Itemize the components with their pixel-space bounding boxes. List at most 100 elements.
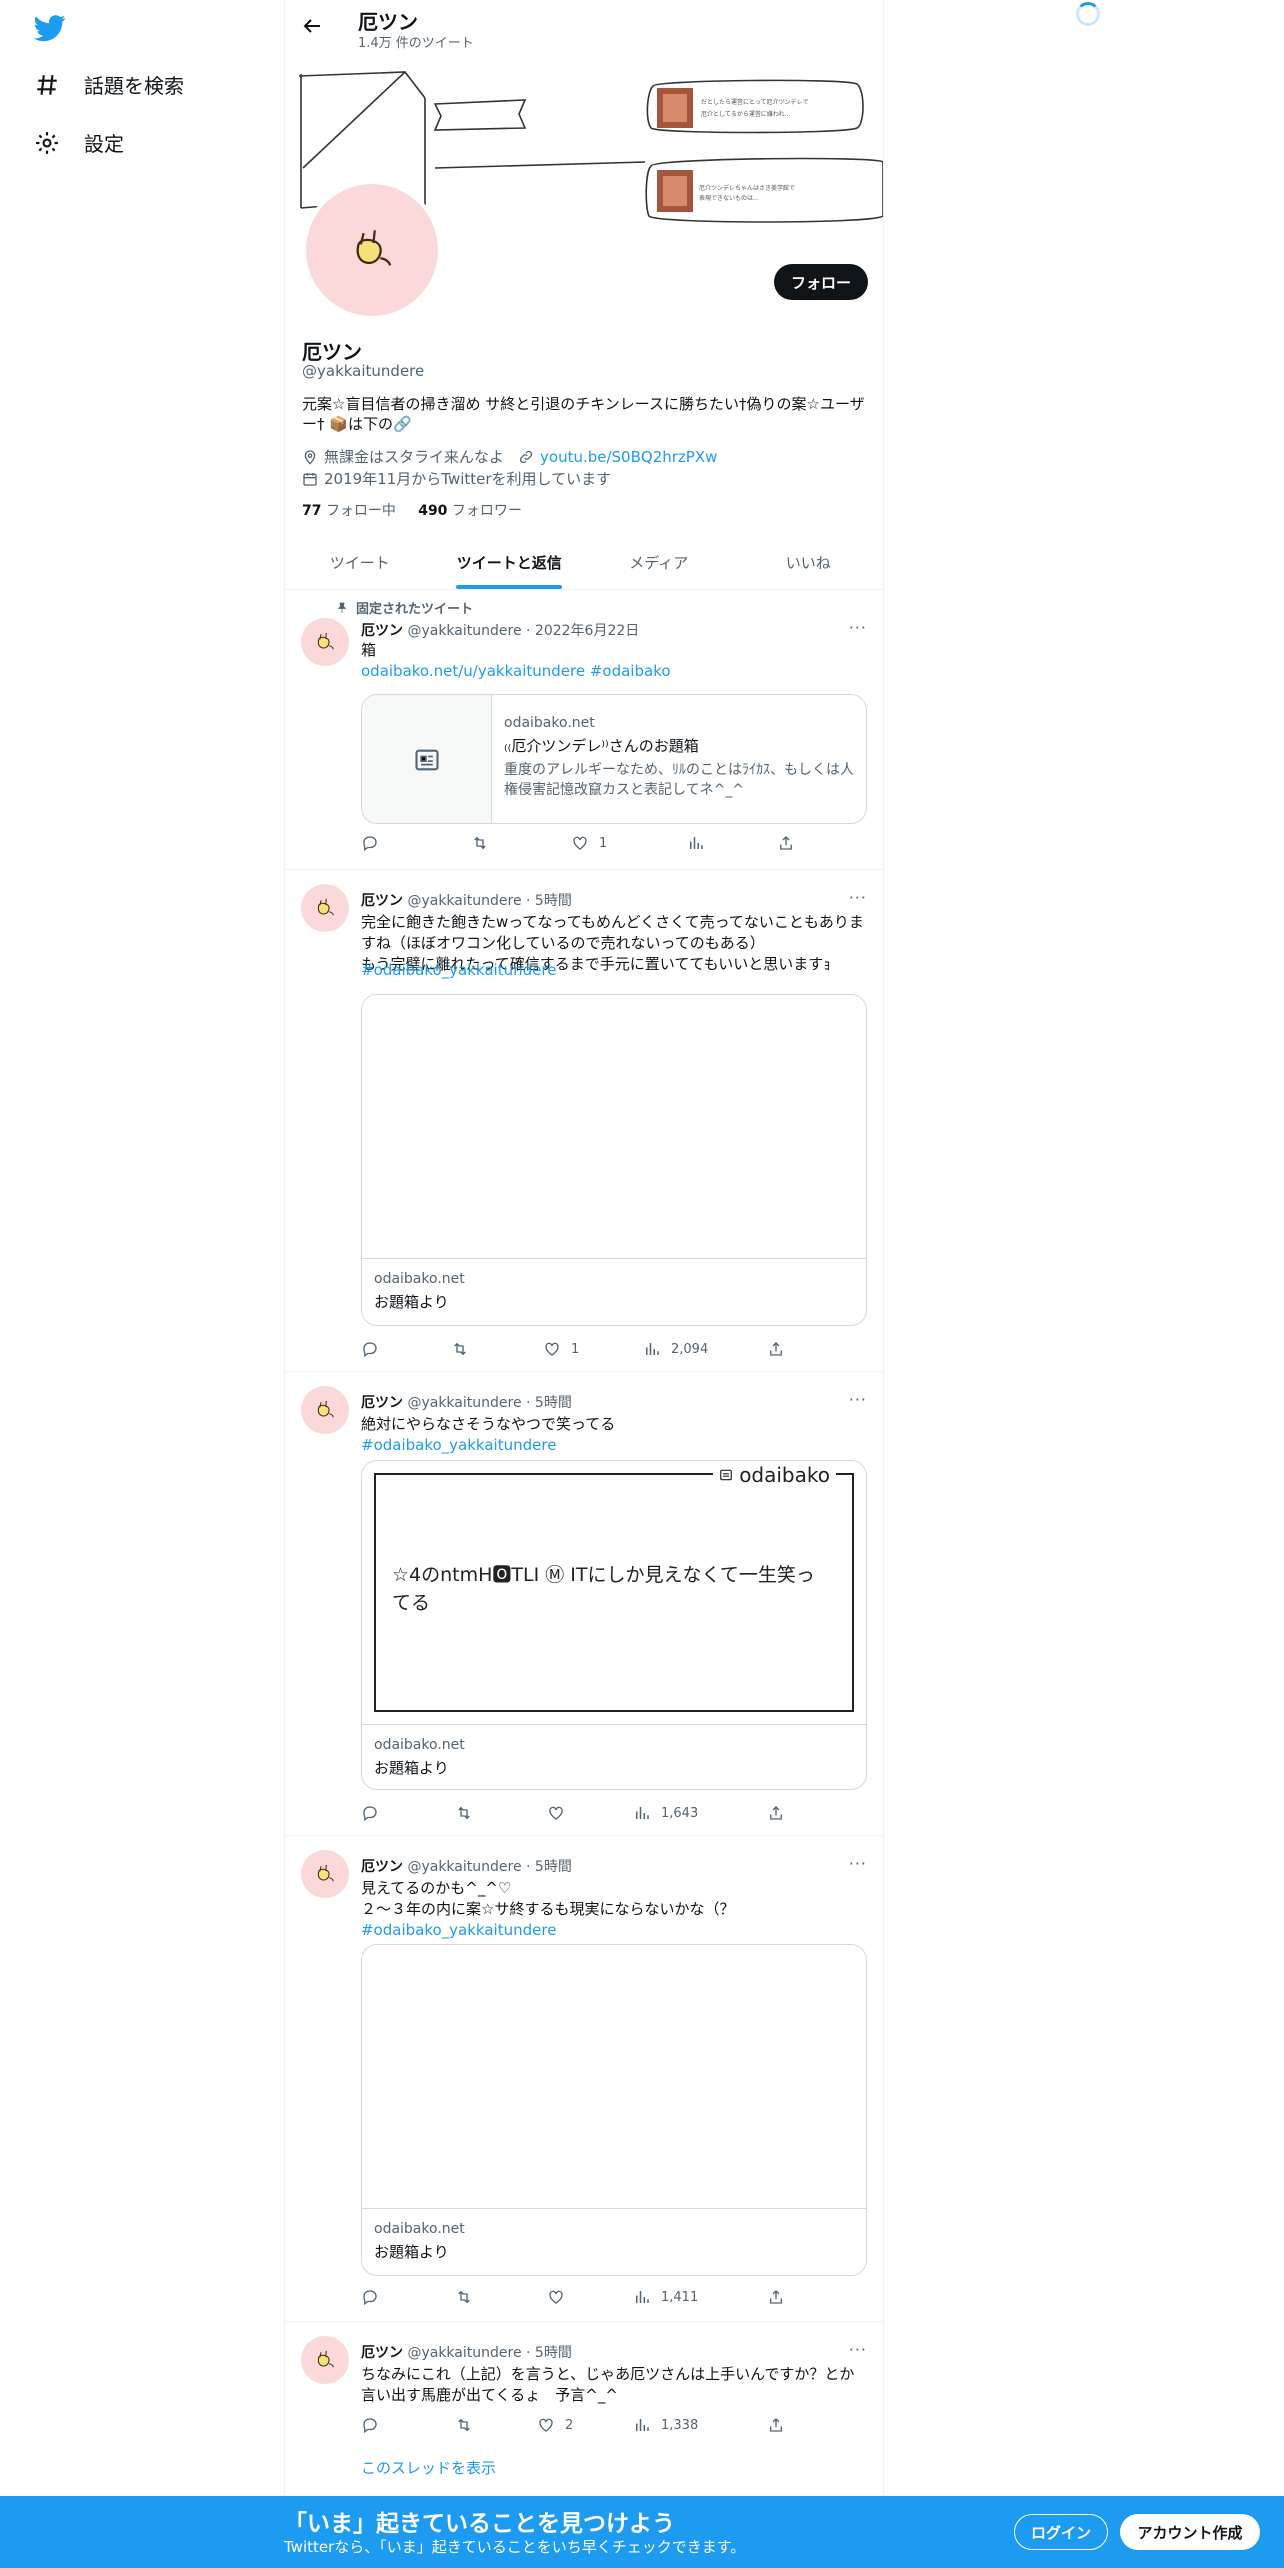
share-icon bbox=[767, 2416, 785, 2434]
link-card[interactable]: odaibako.net ₍₍厄介ツンデレ⁾⁾さんのお題箱 重度のアレルギーなた… bbox=[361, 694, 867, 824]
share-button[interactable] bbox=[767, 2288, 785, 2306]
reply-button[interactable] bbox=[361, 2288, 455, 2306]
retweet-button[interactable] bbox=[471, 834, 571, 852]
link-icon bbox=[519, 450, 533, 463]
tweet-avatar[interactable] bbox=[301, 1850, 349, 1898]
like-button[interactable]: 1 bbox=[543, 1340, 643, 1358]
tab-media[interactable]: メディア bbox=[584, 536, 734, 589]
following-link[interactable]: 77 フォロー中 bbox=[302, 503, 396, 519]
like-button[interactable]: 2 bbox=[537, 2416, 633, 2434]
tweet-links[interactable]: odaibako.net/u/yakkaitundere #odaibako bbox=[361, 661, 867, 682]
profile-website-link[interactable]: youtu.be/S0BQ2hrzPXw bbox=[540, 448, 717, 466]
profile-avatar[interactable] bbox=[302, 180, 442, 320]
share-button[interactable] bbox=[767, 1804, 785, 1822]
retweet-button[interactable] bbox=[455, 2288, 547, 2306]
tweet-1[interactable]: 厄ツン @yakkaitundere · 2022年6月22日 ··· 箱 od… bbox=[285, 590, 883, 870]
tweet-2[interactable]: 厄ツン @yakkaitundere · 5時間 ··· 完全に飽きた飽きたwっ… bbox=[285, 870, 883, 1372]
nav-settings[interactable]: 設定 bbox=[34, 128, 124, 157]
card-image bbox=[362, 1945, 866, 2209]
reply-button[interactable] bbox=[361, 834, 471, 852]
tweet-text: ちなみにこれ（上記）を言うと、じゃあ厄ツさんは上手いんですか？とか言い出す馬鹿が… bbox=[361, 2365, 855, 2404]
tweet-avatar[interactable] bbox=[301, 2336, 349, 2384]
views-icon bbox=[643, 1340, 661, 1358]
profile-joined-row: 2019年11月からTwitterを利用しています bbox=[302, 468, 611, 489]
retweet-button[interactable] bbox=[455, 1804, 547, 1822]
more-icon[interactable]: ··· bbox=[849, 888, 867, 907]
svg-text:だとしたら運営にとって厄介ツンデレで: だとしたら運営にとって厄介ツンデレで bbox=[701, 98, 809, 106]
more-icon[interactable]: ··· bbox=[849, 1390, 867, 1409]
calendar-icon bbox=[303, 472, 317, 486]
tab-likes[interactable]: いいね bbox=[734, 536, 884, 589]
link-card[interactable]: odaibako ☆4のntmH🅾TLI Ⓜ ITにしか見えなくて一生笑ってる … bbox=[361, 1460, 867, 1790]
svg-text:厄介ツンデレちゃんはさき美学館で: 厄介ツンデレちゃんはさき美学館で bbox=[699, 184, 795, 192]
heart-icon bbox=[547, 1804, 565, 1822]
tweet-links[interactable]: #odaibako_yakkaitundere bbox=[361, 1435, 867, 1456]
views-button[interactable] bbox=[687, 834, 777, 852]
views-button[interactable]: 1,338 bbox=[633, 2416, 767, 2434]
retweet-button[interactable] bbox=[451, 1340, 543, 1358]
share-icon bbox=[777, 834, 795, 852]
tweet-links[interactable]: #odaibako_yakkaitundere bbox=[361, 1920, 867, 1941]
reply-button[interactable] bbox=[361, 2416, 455, 2434]
tweet-5[interactable]: 厄ツン @yakkaitundere · 5時間 ··· ちなみにこれ（上記）を… bbox=[285, 2322, 883, 2496]
mascot-icon bbox=[312, 895, 338, 921]
signup-banner-title: 「いま」起きていることを見つけよう bbox=[284, 2511, 675, 2537]
twitter-logo-icon[interactable] bbox=[34, 12, 66, 44]
views-icon bbox=[633, 2288, 651, 2306]
mascot-icon bbox=[312, 2347, 338, 2373]
like-button[interactable]: 1 bbox=[571, 834, 687, 852]
signup-button[interactable]: アカウント作成 bbox=[1120, 2514, 1260, 2550]
heart-icon bbox=[537, 2416, 555, 2434]
login-button[interactable]: ログイン bbox=[1014, 2514, 1108, 2550]
tweet-header: 厄ツン @yakkaitundere · 5時間 bbox=[361, 893, 572, 909]
views-button[interactable]: 1,411 bbox=[633, 2288, 767, 2306]
tab-tweets-and-replies[interactable]: ツイートと返信 bbox=[435, 536, 585, 589]
loading-spinner bbox=[1076, 2, 1100, 26]
link-card[interactable]: odaibako.net お題箱より bbox=[361, 1944, 867, 2276]
views-button[interactable]: 2,094 bbox=[643, 1340, 767, 1358]
card-title: ₍₍厄介ツンデレ⁾⁾さんのお題箱 bbox=[504, 737, 699, 755]
more-icon[interactable]: ··· bbox=[849, 2340, 867, 2359]
card-image: odaibako ☆4のntmH🅾TLI Ⓜ ITにしか見えなくて一生笑ってる bbox=[362, 1461, 866, 1725]
reply-button[interactable] bbox=[361, 1804, 455, 1822]
share-button[interactable] bbox=[767, 2416, 785, 2434]
link-card[interactable]: odaibako.net お題箱より bbox=[361, 994, 867, 1326]
header-tweet-count: 1.4万 件のツイート bbox=[358, 36, 474, 51]
nav-explore[interactable]: 話題を検索 bbox=[34, 70, 184, 99]
tweet-avatar[interactable] bbox=[301, 1386, 349, 1434]
share-button[interactable] bbox=[767, 1340, 785, 1358]
tweet-4[interactable]: 厄ツン @yakkaitundere · 5時間 ··· 見えてるのかも^_^♡… bbox=[285, 1836, 883, 2322]
card-title: お題箱より bbox=[374, 2243, 449, 2261]
tweet-avatar[interactable] bbox=[301, 884, 349, 932]
reply-button[interactable] bbox=[361, 1340, 451, 1358]
card-image-text: ☆4のntmH🅾TLI Ⓜ ITにしか見えなくて一生笑ってる bbox=[392, 1564, 815, 1614]
tab-tweets[interactable]: ツイート bbox=[285, 536, 435, 589]
profile-joined: 2019年11月からTwitterを利用しています bbox=[324, 470, 612, 488]
share-button[interactable] bbox=[777, 834, 795, 852]
retweet-button[interactable] bbox=[455, 2416, 537, 2434]
tweet-3[interactable]: 厄ツン @yakkaitundere · 5時間 ··· 絶対にやらなさそうなや… bbox=[285, 1372, 883, 1836]
mascot-icon bbox=[344, 222, 400, 278]
heart-icon bbox=[547, 2288, 565, 2306]
back-arrow-icon[interactable] bbox=[300, 14, 324, 38]
gear-icon bbox=[36, 131, 58, 154]
followers-link[interactable]: 490 フォロワー bbox=[418, 503, 522, 519]
show-thread-link[interactable]: このスレッドを表示 bbox=[361, 2458, 867, 2479]
tweet-header: 厄ツン @yakkaitundere · 5時間 bbox=[361, 1859, 572, 1875]
views-icon bbox=[633, 1804, 651, 1822]
tweet-avatar[interactable] bbox=[301, 618, 349, 666]
card-domain: odaibako.net bbox=[374, 2221, 465, 2237]
card-description: 重度のアレルギーなため、ﾘﾙのことはﾗｲｶｽ、もしくは人権侵害記憶改竄カスと表記… bbox=[504, 762, 854, 798]
nav-settings-label: 設定 bbox=[84, 132, 124, 156]
views-button[interactable]: 1,643 bbox=[633, 1804, 767, 1822]
like-button[interactable] bbox=[547, 1804, 633, 1822]
heart-icon bbox=[543, 1340, 561, 1358]
more-icon[interactable]: ··· bbox=[849, 1854, 867, 1873]
tweet-links[interactable]: #odaibako_yakkaitundere bbox=[361, 960, 867, 981]
retweet-icon bbox=[451, 1340, 469, 1358]
like-button[interactable] bbox=[547, 2288, 633, 2306]
tweet-actions: 1,643 bbox=[361, 1804, 801, 1822]
follow-button[interactable]: フォロー bbox=[774, 264, 868, 300]
card-domain: odaibako.net bbox=[374, 1737, 465, 1753]
more-icon[interactable]: ··· bbox=[849, 618, 867, 637]
